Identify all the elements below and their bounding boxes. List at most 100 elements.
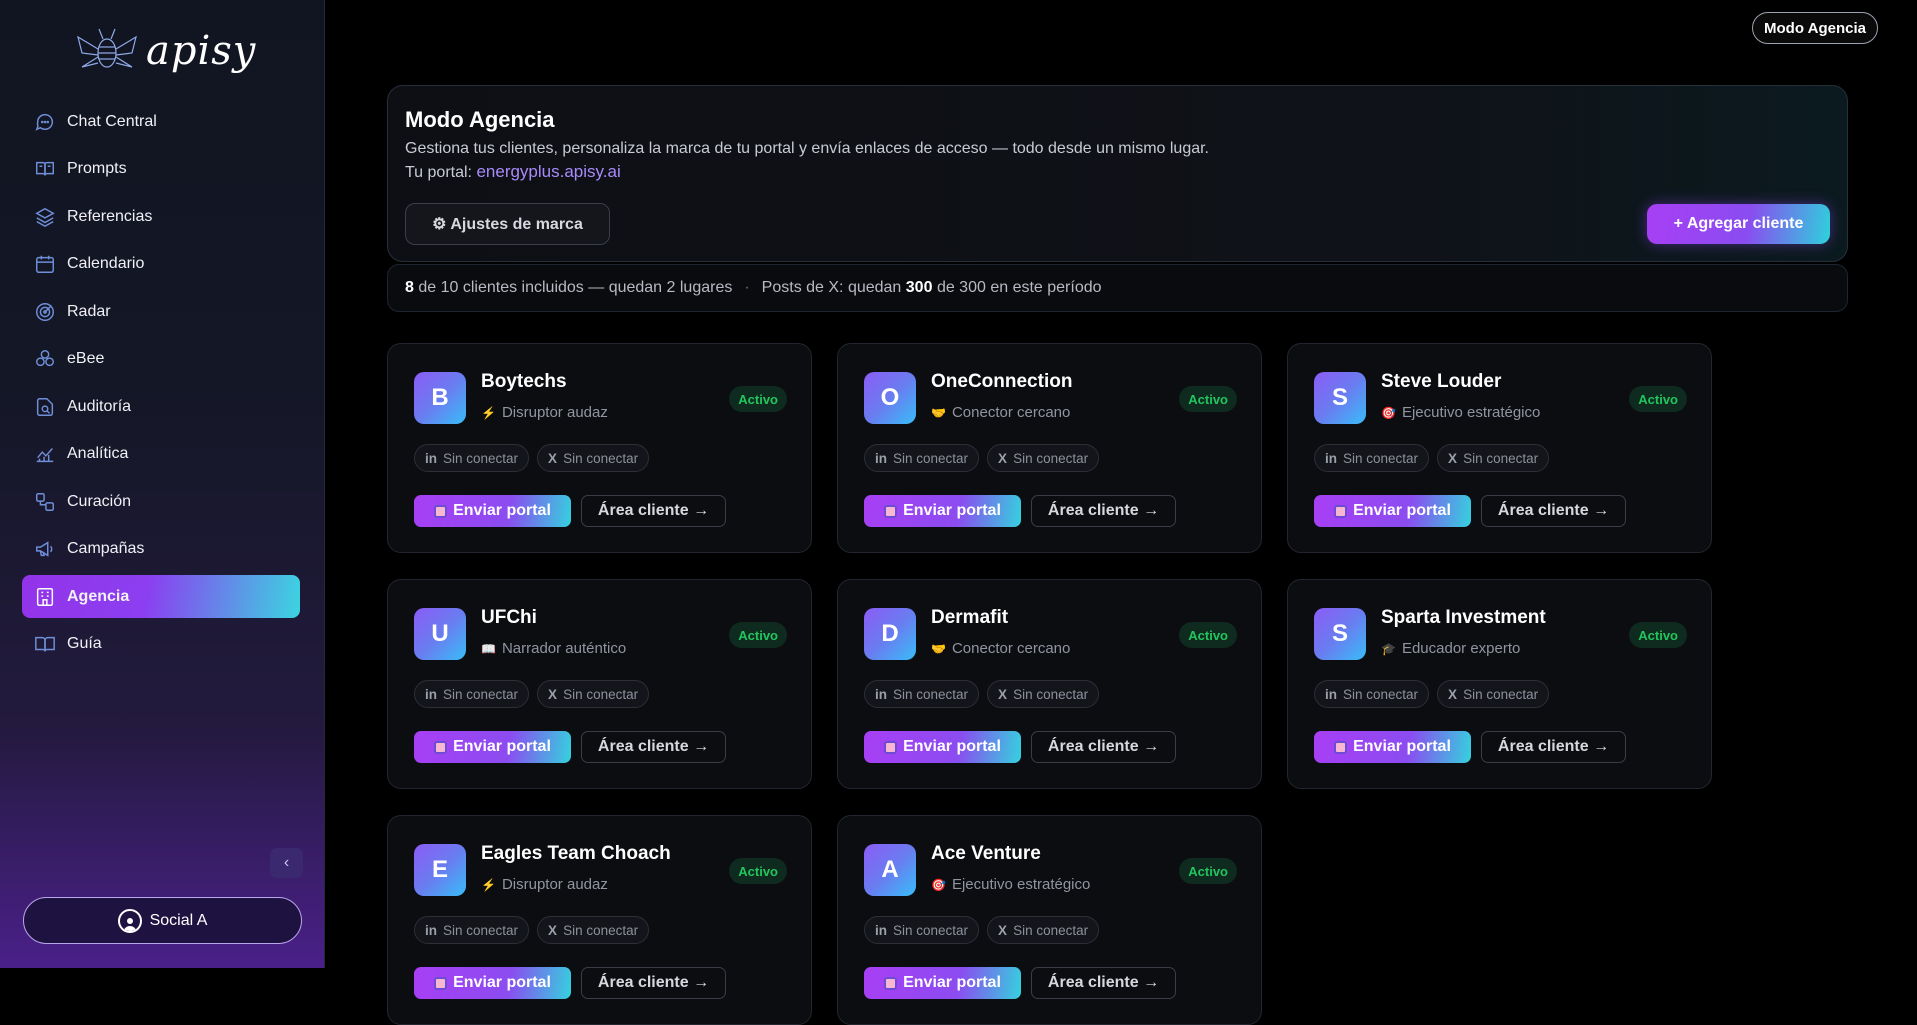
linkedin-status: Sin conectar <box>893 922 969 938</box>
portal-link[interactable]: energyplus.apisy.ai <box>476 162 620 181</box>
status-badge: Activo <box>729 858 787 884</box>
x-connection-chip[interactable]: X Sin conectar <box>537 916 650 944</box>
linkedin-connection-chip[interactable]: in Sin conectar <box>1314 444 1430 472</box>
send-portal-button[interactable]: Enviar portal <box>414 495 571 527</box>
sidebar-item-label: Auditoría <box>67 397 132 415</box>
x-connection-chip[interactable]: X Sin conectar <box>987 680 1100 708</box>
status-badge: Activo <box>729 622 787 648</box>
sidebar-item-ebee[interactable]: eBee <box>22 338 300 381</box>
linkedin-icon: in <box>425 450 437 466</box>
sidebar-item-chat-central[interactable]: Chat Central <box>22 100 300 143</box>
x-connection-chip[interactable]: X Sin conectar <box>987 916 1100 944</box>
x-connection-chip[interactable]: X Sin conectar <box>1437 680 1550 708</box>
connection-chips: in Sin conectar X Sin conectar <box>414 680 650 708</box>
connection-chips: in Sin conectar X Sin conectar <box>1314 680 1550 708</box>
radar-icon <box>36 302 54 321</box>
sidebar-item-guia[interactable]: Guía <box>22 623 300 666</box>
send-portal-button[interactable]: Enviar portal <box>864 731 1021 763</box>
client-area-button[interactable]: Área cliente → <box>581 967 726 999</box>
linkedin-connection-chip[interactable]: in Sin conectar <box>864 916 980 944</box>
send-portal-button[interactable]: Enviar portal <box>864 495 1021 527</box>
send-portal-button[interactable]: Enviar portal <box>414 967 571 999</box>
portal-icon <box>884 976 898 990</box>
sidebar-item-label: Radar <box>67 302 111 320</box>
x-connection-chip[interactable]: X Sin conectar <box>1437 444 1550 472</box>
x-status: Sin conectar <box>1013 686 1089 702</box>
client-area-button[interactable]: Área cliente → <box>1031 495 1176 527</box>
role-icon: 🤝 <box>931 405 946 420</box>
quota-separator: · <box>744 279 750 296</box>
client-name: Steve Louder <box>1381 371 1502 392</box>
sidebar-item-auditoria[interactable]: Auditoría <box>22 385 300 428</box>
linkedin-status: Sin conectar <box>443 686 519 702</box>
client-card: E Eagles Team Choach ⚡ Disruptor audaz A… <box>387 815 812 1025</box>
x-connection-chip[interactable]: X Sin conectar <box>537 444 650 472</box>
client-area-button[interactable]: Área cliente → <box>1481 495 1626 527</box>
agency-header-panel: Modo Agencia Gestiona tus clientes, pers… <box>387 85 1848 262</box>
client-area-button[interactable]: Área cliente → <box>1481 731 1626 763</box>
user-account-button[interactable]: Social A <box>23 897 302 944</box>
send-portal-label: Enviar portal <box>903 502 1001 519</box>
client-area-button[interactable]: Área cliente → <box>1031 967 1176 999</box>
sidebar-item-referencias[interactable]: Referencias <box>22 195 300 238</box>
brand-settings-button[interactable]: ⚙ Ajustes de marca <box>405 203 610 245</box>
mode-agency-pill[interactable]: Modo Agencia <box>1752 12 1878 44</box>
send-portal-button[interactable]: Enviar portal <box>864 967 1021 999</box>
megaphone-icon <box>36 541 53 557</box>
status-badge: Activo <box>1629 622 1687 648</box>
logo-text: apisy <box>146 28 257 74</box>
client-role: 📖 Narrador auténtico <box>481 640 626 657</box>
client-area-button[interactable]: Área cliente → <box>581 495 726 527</box>
sidebar-item-label: Analítica <box>67 445 129 462</box>
client-role: ⚡ Disruptor audaz <box>481 404 608 421</box>
client-area-button[interactable]: Área cliente → <box>1031 731 1176 763</box>
connection-chips: in Sin conectar X Sin conectar <box>414 444 650 472</box>
linkedin-icon: in <box>875 922 887 938</box>
app-logo[interactable]: apisy <box>72 22 256 80</box>
posts-quota-prefix: Posts de X: quedan <box>761 279 902 296</box>
sidebar-item-agencia[interactable]: Agencia <box>22 575 300 618</box>
client-avatar: B <box>414 372 466 424</box>
client-name: Boytechs <box>481 371 567 392</box>
client-avatar: E <box>414 844 466 896</box>
sidebar-item-prompts[interactable]: Prompts <box>22 148 300 191</box>
user-avatar-icon <box>117 908 142 933</box>
x-icon: X <box>998 686 1008 702</box>
collapse-sidebar-button[interactable]: ‹ <box>270 848 303 878</box>
sidebar-item-analitica[interactable]: Analítica <box>22 433 300 476</box>
linkedin-connection-chip[interactable]: in Sin conectar <box>414 444 530 472</box>
role-icon: 🎯 <box>931 877 946 892</box>
portal-icon <box>1334 504 1348 518</box>
linkedin-status: Sin conectar <box>443 450 519 466</box>
linkedin-connection-chip[interactable]: in Sin conectar <box>864 680 980 708</box>
calendar-icon <box>36 255 54 273</box>
linkedin-icon: in <box>1325 686 1337 702</box>
linkedin-connection-chip[interactable]: in Sin conectar <box>414 916 530 944</box>
client-role: 🎯 Ejecutivo estratégico <box>931 876 1090 893</box>
linkedin-connection-chip[interactable]: in Sin conectar <box>864 444 980 472</box>
chevron-left-icon: ‹ <box>283 854 290 871</box>
sidebar-item-campanas[interactable]: Campañas <box>22 528 300 571</box>
client-name: Dermafit <box>931 607 1009 628</box>
sidebar-item-radar[interactable]: Radar <box>22 290 300 333</box>
add-client-button[interactable]: + Agregar cliente <box>1647 204 1830 244</box>
sidebar-item-calendario[interactable]: Calendario <box>22 243 300 286</box>
send-portal-button[interactable]: Enviar portal <box>1314 731 1471 763</box>
send-portal-button[interactable]: Enviar portal <box>1314 495 1471 527</box>
x-connection-chip[interactable]: X Sin conectar <box>537 680 650 708</box>
client-card: A Ace Venture 🎯 Ejecutivo estratégico Ac… <box>837 815 1262 1025</box>
linkedin-status: Sin conectar <box>1343 686 1419 702</box>
card-actions: Enviar portal Área cliente → <box>864 495 1176 527</box>
send-portal-button[interactable]: Enviar portal <box>414 731 571 763</box>
x-connection-chip[interactable]: X Sin conectar <box>987 444 1100 472</box>
linkedin-connection-chip[interactable]: in Sin conectar <box>1314 680 1430 708</box>
sidebar-item-curacion[interactable]: Curación <box>22 480 300 523</box>
client-area-button[interactable]: Área cliente → <box>581 731 726 763</box>
bee-logo-icon <box>77 28 137 68</box>
linkedin-connection-chip[interactable]: in Sin conectar <box>414 680 530 708</box>
hexagons-icon <box>36 350 54 367</box>
page-title: Modo Agencia <box>405 107 555 132</box>
role-label: Ejecutivo estratégico <box>1401 404 1541 421</box>
chat-icon <box>35 113 53 131</box>
client-role: ⚡ Disruptor audaz <box>481 876 608 893</box>
